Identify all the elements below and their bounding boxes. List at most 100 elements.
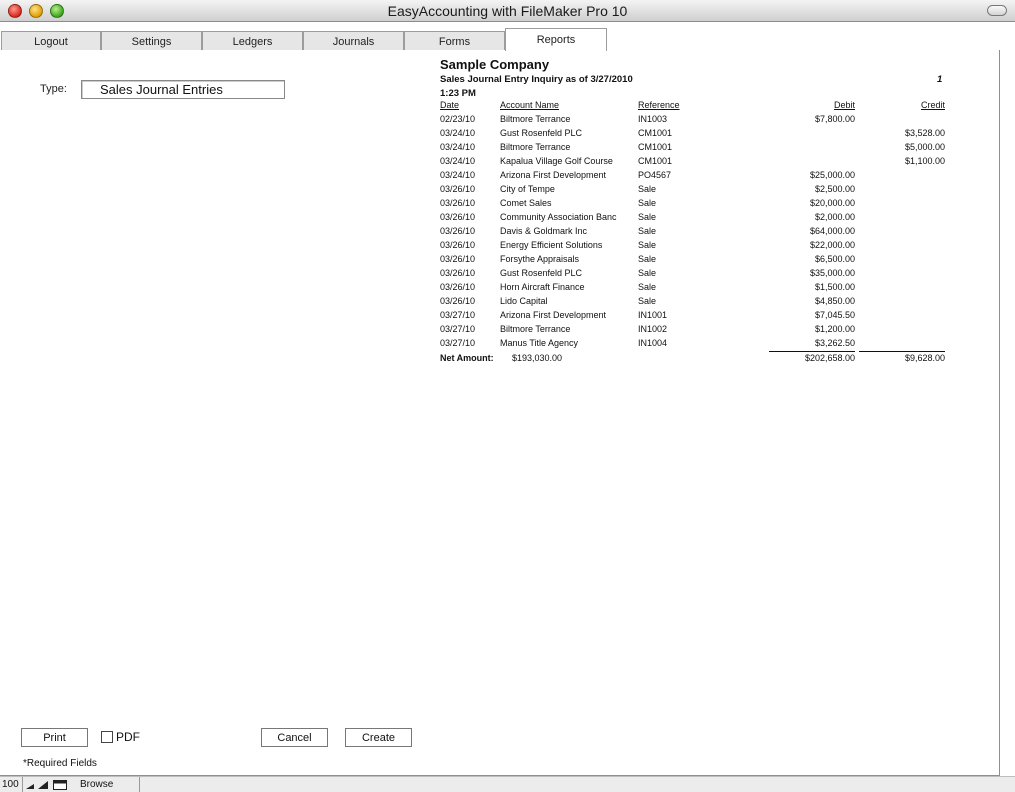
- column-header-credit: Credit: [920, 100, 945, 110]
- print-button[interactable]: Print: [21, 728, 88, 747]
- company-name: Sample Company: [440, 57, 550, 72]
- row-debit: $20,000.00: [809, 198, 855, 208]
- total-debit: $202,658.00: [804, 353, 855, 363]
- row-date: 03/27/10: [440, 324, 476, 334]
- window-title: EasyAccounting with FileMaker Pro 10: [387, 3, 628, 19]
- zoom-in-icon[interactable]: [37, 780, 49, 790]
- row-date: 03/24/10: [440, 156, 476, 166]
- title-bar: EasyAccounting with FileMaker Pro 10: [0, 0, 1015, 22]
- row-date: 03/27/10: [440, 338, 476, 348]
- report-row: 03/27/10 Biltmore Terrance IN1002 $1,200.00: [440, 324, 950, 338]
- mode-indicator[interactable]: Browse: [80, 779, 113, 790]
- report-row: 03/26/10 Davis & Goldmark Inc Sale $64,000.…: [440, 226, 950, 240]
- mode-divider: [139, 777, 140, 792]
- report-row: 03/26/10 Comet Sales Sale $20,000.00: [440, 198, 950, 212]
- required-fields-note: *Required Fields: [23, 758, 97, 769]
- report-row: 03/24/10 Biltmore Terrance CM1001 $5,000.00: [440, 142, 950, 156]
- tab-settings[interactable]: Settings: [101, 31, 202, 51]
- row-account: Lido Capital: [500, 296, 548, 306]
- type-label: Type:: [40, 83, 67, 95]
- page-number: 1: [937, 74, 943, 85]
- row-account: Biltmore Terrance: [500, 324, 571, 334]
- row-reference: CM1001: [638, 128, 673, 138]
- report-header-row: Date Account Name Reference Debit Credit: [440, 100, 950, 114]
- status-bar: 100 Browse: [0, 776, 1015, 792]
- column-header-account: Account Name: [500, 100, 560, 110]
- row-credit: $5,000.00: [904, 142, 945, 152]
- row-date: 03/26/10: [440, 296, 476, 306]
- report-row: 03/24/10 Arizona First Development PO4567 $…: [440, 170, 950, 184]
- report-time: 1:23 PM: [440, 88, 476, 99]
- row-date: 03/26/10: [440, 240, 476, 250]
- zoom-level[interactable]: 100: [2, 779, 24, 790]
- tab-bar: Logout Settings Ledgers Journals Forms R…: [0, 22, 1000, 51]
- report-row: 03/26/10 Gust Rosenfeld PLC Sale $35,000.00: [440, 268, 950, 282]
- row-date: 03/24/10: [440, 142, 476, 152]
- row-reference: IN1002: [638, 324, 668, 334]
- net-amount-label: Net Amount:: [440, 353, 494, 363]
- row-reference: CM1001: [638, 156, 673, 166]
- row-reference: Sale: [638, 226, 657, 236]
- credit-total-rule: [859, 351, 945, 352]
- type-select[interactable]: Sales Journal Entries: [81, 80, 285, 99]
- row-debit: $7,800.00: [814, 114, 855, 124]
- row-debit: $35,000.00: [809, 268, 855, 278]
- report-row: 03/26/10 City of Tempe Sale $2,500.00: [440, 184, 950, 198]
- row-reference: IN1004: [638, 338, 668, 348]
- row-debit: $22,000.00: [809, 240, 855, 250]
- row-account: Arizona First Development: [500, 170, 607, 180]
- row-account: Arizona First Development: [500, 310, 607, 320]
- tab-journals[interactable]: Journals: [303, 31, 404, 51]
- cancel-button[interactable]: Cancel: [261, 728, 328, 747]
- tab-reports[interactable]: Reports: [505, 28, 607, 51]
- row-reference: Sale: [638, 184, 657, 194]
- row-reference: Sale: [638, 282, 657, 292]
- row-account: Gust Rosenfeld PLC: [500, 128, 583, 138]
- total-credit: $9,628.00: [904, 353, 945, 363]
- pdf-label: PDF: [116, 730, 140, 744]
- report-row: 03/26/10 Lido Capital Sale $4,850.00: [440, 296, 950, 310]
- report-title: Sales Journal Entry Inquiry as of 3/27/2…: [440, 74, 633, 85]
- row-reference: Sale: [638, 254, 657, 264]
- row-date: 03/27/10: [440, 310, 476, 320]
- row-debit: $2,000.00: [814, 212, 855, 222]
- row-debit: $4,850.00: [814, 296, 855, 306]
- report-row: 03/27/10 Arizona First Development IN1001 $…: [440, 310, 950, 324]
- row-account: Manus Title Agency: [500, 338, 579, 348]
- row-debit: $6,500.00: [814, 254, 855, 264]
- row-date: 03/26/10: [440, 254, 476, 264]
- row-reference: Sale: [638, 240, 657, 250]
- create-button[interactable]: Create: [345, 728, 412, 747]
- zoom-out-icon[interactable]: [25, 780, 35, 790]
- column-header-reference: Reference: [638, 100, 680, 110]
- row-debit: $64,000.00: [809, 226, 855, 236]
- status-toolbar-toggle-icon[interactable]: [53, 780, 67, 790]
- row-account: Energy Efficient Solutions: [500, 240, 603, 250]
- report-row: 03/24/10 Kapalua Village Golf Course CM100…: [440, 156, 950, 170]
- row-reference: Sale: [638, 198, 657, 208]
- row-account: Horn Aircraft Finance: [500, 282, 585, 292]
- row-credit: $1,100.00: [904, 156, 945, 166]
- toolbar-toggle-button[interactable]: [987, 5, 1007, 16]
- column-header-debit: Debit: [833, 100, 855, 110]
- debit-total-rule: [769, 351, 855, 352]
- row-date: 03/26/10: [440, 282, 476, 292]
- row-account: Biltmore Terrance: [500, 114, 571, 124]
- tab-ledgers[interactable]: Ledgers: [202, 31, 303, 51]
- row-reference: IN1003: [638, 114, 668, 124]
- report-row: 03/26/10 Energy Efficient Solutions Sale $2…: [440, 240, 950, 254]
- row-debit: $7,045.50: [814, 310, 855, 320]
- row-date: 03/26/10: [440, 212, 476, 222]
- report-row: 03/27/10 Manus Title Agency IN1004 $3,262.5…: [440, 338, 950, 352]
- row-reference: Sale: [638, 212, 657, 222]
- row-debit: $25,000.00: [809, 170, 855, 180]
- row-debit: $2,500.00: [814, 184, 855, 194]
- pdf-checkbox[interactable]: [101, 731, 113, 743]
- row-account: Community Association Banc: [500, 212, 617, 222]
- tab-forms[interactable]: Forms: [404, 31, 505, 51]
- tab-logout[interactable]: Logout: [1, 31, 101, 51]
- row-credit: $3,528.00: [904, 128, 945, 138]
- row-reference: Sale: [638, 296, 657, 306]
- row-account: Davis & Goldmark Inc: [500, 226, 588, 236]
- row-reference: CM1001: [638, 142, 673, 152]
